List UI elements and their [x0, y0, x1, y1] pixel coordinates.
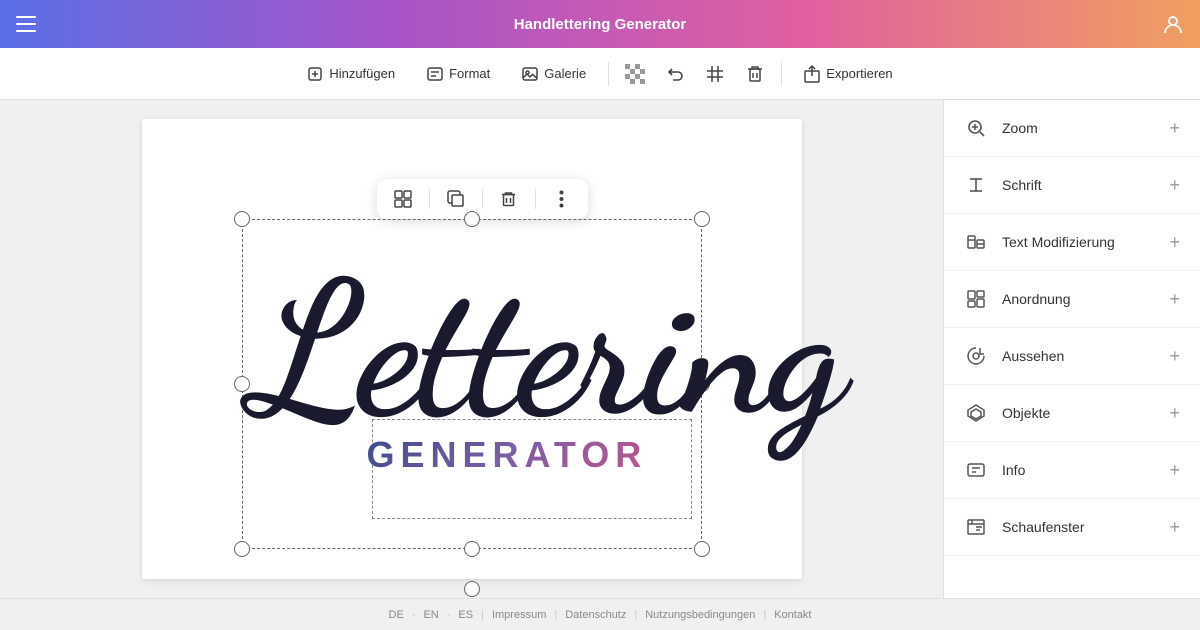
toolbar-divider-2	[781, 62, 782, 86]
schaufenster-icon	[964, 515, 988, 539]
header: Handlettering Generator	[0, 0, 1200, 48]
ctx-divider	[429, 189, 430, 209]
format-button[interactable]: Format	[413, 60, 504, 88]
main-area: Lettering GENERATOR Zoom +	[0, 100, 1200, 598]
handle-bottom-right[interactable]	[694, 541, 710, 557]
aussehen-label: Aussehen	[1002, 348, 1169, 364]
toolbar-divider-1	[608, 62, 609, 86]
zoom-icon	[964, 116, 988, 140]
aussehen-expand[interactable]: +	[1169, 346, 1180, 367]
panel-item-text-modifizierung[interactable]: Text Modifizierung +	[944, 214, 1200, 271]
context-toolbar	[377, 179, 588, 219]
handle-bottom-center[interactable]	[464, 541, 480, 557]
panel-item-objekte[interactable]: Objekte +	[944, 385, 1200, 442]
handle-top-center[interactable]	[464, 211, 480, 227]
zoom-expand[interactable]: +	[1169, 118, 1180, 139]
anordnung-icon	[964, 287, 988, 311]
schrift-label: Schrift	[1002, 177, 1169, 193]
undo-button[interactable]	[657, 56, 693, 92]
info-icon	[964, 458, 988, 482]
panel-item-schrift[interactable]: Schrift +	[944, 157, 1200, 214]
footer: DE - EN - ES | Impressum | Datenschutz |…	[0, 598, 1200, 630]
text-mod-icon	[964, 230, 988, 254]
delete-button[interactable]	[737, 56, 773, 92]
info-label: Info	[1002, 462, 1169, 478]
handle-bottom-left[interactable]	[234, 541, 250, 557]
ctx-copy-button[interactable]	[442, 185, 470, 213]
panel-item-zoom[interactable]: Zoom +	[944, 100, 1200, 157]
ctx-delete-button[interactable]	[495, 185, 523, 213]
generator-text[interactable]: GENERATOR	[367, 434, 648, 476]
footer-lang-en[interactable]: EN	[423, 609, 438, 621]
text-mod-expand[interactable]: +	[1169, 232, 1180, 253]
footer-kontakt[interactable]: Kontakt	[774, 609, 811, 621]
panel-item-schaufenster[interactable]: Schaufenster +	[944, 499, 1200, 556]
canvas-area[interactable]: Lettering GENERATOR	[0, 100, 943, 598]
ctx-more-button[interactable]	[548, 185, 576, 213]
panel-item-anordnung[interactable]: Anordnung +	[944, 271, 1200, 328]
aussehen-icon	[964, 344, 988, 368]
toolbar: Hinzufügen Format Galerie	[0, 48, 1200, 100]
gallery-button[interactable]: Galerie	[508, 60, 600, 88]
canvas[interactable]: Lettering GENERATOR	[142, 119, 802, 579]
schrift-icon	[964, 173, 988, 197]
footer-lang-de[interactable]: DE	[389, 609, 404, 621]
schaufenster-label: Schaufenster	[1002, 519, 1169, 535]
footer-impressum[interactable]: Impressum	[492, 609, 546, 621]
selection-area[interactable]: Lettering GENERATOR	[242, 219, 702, 549]
add-button[interactable]: Hinzufügen	[293, 60, 409, 88]
footer-lang-es[interactable]: ES	[458, 609, 473, 621]
anordnung-expand[interactable]: +	[1169, 289, 1180, 310]
schrift-expand[interactable]: +	[1169, 175, 1180, 196]
svg-text:Lettering: Lettering	[240, 239, 854, 461]
handle-rotate[interactable]	[464, 581, 480, 597]
schaufenster-expand[interactable]: +	[1169, 517, 1180, 538]
footer-datenschutz[interactable]: Datenschutz	[565, 609, 626, 621]
info-expand[interactable]: +	[1169, 460, 1180, 481]
objekte-label: Objekte	[1002, 405, 1169, 421]
user-icon[interactable]	[1162, 13, 1184, 35]
lettering-text[interactable]: Lettering	[242, 239, 702, 459]
ctx-divider-2	[482, 189, 483, 209]
menu-icon[interactable]	[16, 16, 36, 32]
ctx-select-button[interactable]	[389, 185, 417, 213]
handle-top-left[interactable]	[234, 211, 250, 227]
panel-item-aussehen[interactable]: Aussehen +	[944, 328, 1200, 385]
panel-item-info[interactable]: Info +	[944, 442, 1200, 499]
right-panel: Zoom + Schrift +	[943, 100, 1200, 598]
zoom-label: Zoom	[1002, 120, 1169, 136]
handle-top-right[interactable]	[694, 211, 710, 227]
export-button[interactable]: Exportieren	[790, 59, 906, 89]
ctx-divider-3	[535, 189, 536, 209]
footer-nutzungsbedingungen[interactable]: Nutzungsbedingungen	[645, 609, 755, 621]
app-title: Handlettering Generator	[514, 16, 687, 33]
anordnung-label: Anordnung	[1002, 291, 1169, 307]
objekte-expand[interactable]: +	[1169, 403, 1180, 424]
text-mod-label: Text Modifizierung	[1002, 234, 1169, 250]
grid-button[interactable]	[697, 56, 733, 92]
checkerboard-button[interactable]	[617, 56, 653, 92]
objekte-icon	[964, 401, 988, 425]
